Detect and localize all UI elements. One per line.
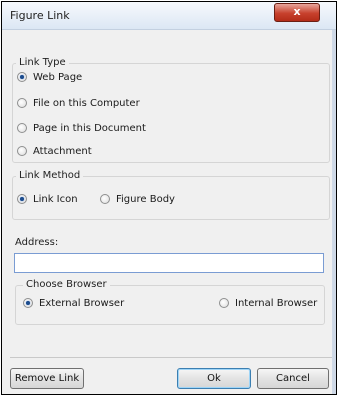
- radio-attachment-label: Attachment: [33, 145, 92, 157]
- figure-link-dialog: Figure Link x Link Type Web Page File on…: [1, 1, 337, 395]
- footer-separator: [10, 357, 332, 358]
- address-input[interactable]: [14, 253, 324, 273]
- radio-selected-icon[interactable]: [23, 298, 33, 308]
- link-method-legend: Link Method: [16, 170, 84, 181]
- radio-selected-icon[interactable]: [17, 72, 27, 82]
- radio-page-in-document[interactable]: Page in this Document: [17, 121, 146, 135]
- radio-web-page[interactable]: Web Page: [17, 70, 82, 84]
- radio-unselected-icon[interactable]: [17, 98, 27, 108]
- radio-web-page-label: Web Page: [33, 71, 83, 83]
- cancel-button[interactable]: Cancel: [257, 368, 329, 389]
- radio-unselected-icon[interactable]: [100, 194, 110, 204]
- radio-attachment[interactable]: Attachment: [17, 144, 92, 158]
- radio-figure-body[interactable]: Figure Body: [100, 192, 175, 206]
- radio-internal-browser-label: Internal Browser: [235, 297, 318, 309]
- ok-button[interactable]: Ok: [177, 368, 251, 389]
- title-bar[interactable]: Figure Link x: [2, 2, 336, 30]
- radio-link-icon-label: Link Icon: [33, 193, 78, 205]
- choose-browser-legend: Choose Browser: [23, 279, 110, 290]
- radio-file-on-computer[interactable]: File on this Computer: [17, 96, 140, 110]
- radio-unselected-icon[interactable]: [17, 146, 27, 156]
- window-right-frame: [332, 30, 336, 394]
- radio-file-on-computer-label: File on this Computer: [33, 97, 140, 109]
- radio-internal-browser[interactable]: Internal Browser: [219, 296, 317, 310]
- radio-link-icon[interactable]: Link Icon: [17, 192, 78, 206]
- radio-page-in-document-label: Page in this Document: [33, 122, 146, 134]
- remove-link-button[interactable]: Remove Link: [10, 368, 84, 389]
- close-icon: x: [293, 5, 301, 18]
- address-label: Address:: [15, 237, 59, 248]
- radio-external-browser[interactable]: External Browser: [23, 296, 124, 310]
- radio-figure-body-label: Figure Body: [116, 193, 175, 205]
- link-type-legend: Link Type: [16, 57, 69, 68]
- radio-selected-icon[interactable]: [17, 194, 27, 204]
- radio-unselected-icon[interactable]: [219, 298, 229, 308]
- radio-unselected-icon[interactable]: [17, 123, 27, 133]
- radio-external-browser-label: External Browser: [39, 297, 125, 309]
- close-button[interactable]: x: [274, 3, 320, 22]
- dialog-title: Figure Link: [10, 9, 70, 22]
